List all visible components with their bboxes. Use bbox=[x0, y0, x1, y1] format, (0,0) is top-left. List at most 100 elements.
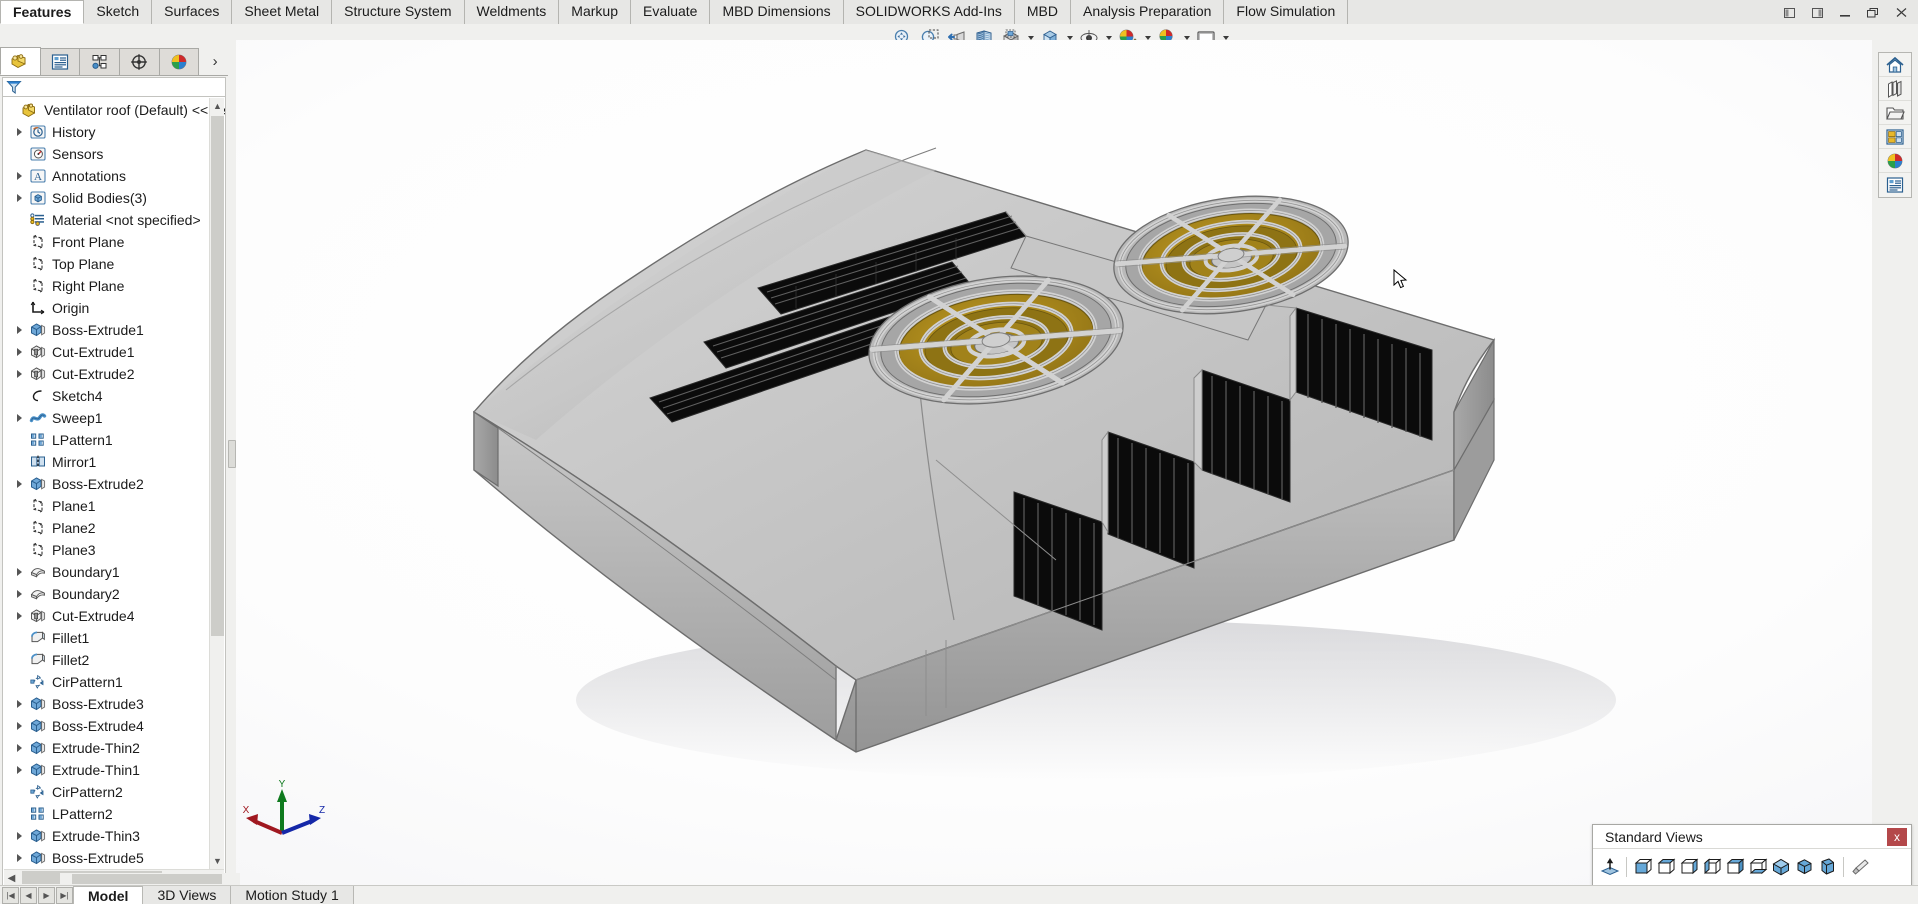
feature-tree-node[interactable]: Fillet2 bbox=[3, 649, 225, 671]
dimetric-view-icon[interactable] bbox=[1816, 855, 1838, 879]
scroll-left-icon[interactable]: ◀ bbox=[4, 870, 19, 886]
feature-tree-node[interactable]: Plane2 bbox=[3, 517, 225, 539]
expand-arrow-icon[interactable] bbox=[11, 165, 27, 187]
doc-tab-nav-3[interactable]: ▶| bbox=[56, 887, 73, 904]
left-view-icon[interactable] bbox=[1678, 855, 1700, 879]
feature-tree-node[interactable]: Cut-Extrude4 bbox=[3, 605, 225, 627]
feature-tree-node[interactable]: Cut-Extrude2 bbox=[3, 363, 225, 385]
minimize-icon[interactable] bbox=[1832, 1, 1858, 23]
feature-tree-node[interactable]: LPattern2 bbox=[3, 803, 225, 825]
ventilator-roof-3d-model[interactable] bbox=[236, 40, 1872, 885]
standard-views-toolbar[interactable]: Standard Views x bbox=[1592, 824, 1912, 886]
feature-tree-node[interactable]: Boss-Extrude1 bbox=[3, 319, 225, 341]
feature-tree-node[interactable]: Solid Bodies(3) bbox=[3, 187, 225, 209]
feature-tree-node[interactable]: Boss-Extrude4 bbox=[3, 715, 225, 737]
cm-tab-structure-system[interactable]: Structure System bbox=[332, 0, 464, 24]
home-icon[interactable] bbox=[1879, 53, 1911, 77]
expand-arrow-icon[interactable] bbox=[11, 715, 27, 737]
cm-tab-evaluate[interactable]: Evaluate bbox=[631, 0, 710, 24]
normal-to-icon[interactable] bbox=[1599, 855, 1621, 879]
feature-manager-design-tree[interactable]: Ventilator roof (Default) <<Default:Hist… bbox=[2, 97, 226, 887]
expand-arrow-icon[interactable] bbox=[11, 341, 27, 363]
feature-tree-node[interactable]: Plane3 bbox=[3, 539, 225, 561]
feature-tree-node[interactable]: Cut-Extrude1 bbox=[3, 341, 225, 363]
document-tab-3d-views[interactable]: 3D Views bbox=[143, 886, 231, 904]
doc-tab-nav-2[interactable]: ▶ bbox=[38, 887, 55, 904]
feature-tree-node[interactable]: Extrude-Thin3 bbox=[3, 825, 225, 847]
display-manager-tab[interactable] bbox=[159, 48, 200, 75]
custom-properties-icon[interactable] bbox=[1879, 173, 1911, 197]
appearances-scenes-icon[interactable] bbox=[1879, 149, 1911, 173]
doc-tab-nav-0[interactable]: |◀ bbox=[2, 887, 19, 904]
feature-tree-node[interactable]: Material <not specified> bbox=[3, 209, 225, 231]
feature-tree-node[interactable]: Mirror1 bbox=[3, 451, 225, 473]
expand-arrow-icon[interactable] bbox=[11, 319, 27, 341]
doc-tab-nav-1[interactable]: ◀ bbox=[20, 887, 37, 904]
expand-arrow-icon[interactable] bbox=[11, 561, 27, 583]
feature-tree-node[interactable]: Sweep1 bbox=[3, 407, 225, 429]
feature-tree-node[interactable]: Extrude-Thin2 bbox=[3, 737, 225, 759]
expand-arrow-icon[interactable] bbox=[11, 187, 27, 209]
feature-tree-node[interactable]: CirPattern2 bbox=[3, 781, 225, 803]
feature-tree-node[interactable]: Boundary1 bbox=[3, 561, 225, 583]
bottom-view-icon[interactable] bbox=[1747, 855, 1769, 879]
cm-tab-mbd[interactable]: MBD bbox=[1015, 0, 1071, 24]
vertical-scroll-thumb[interactable] bbox=[211, 116, 224, 636]
feature-tree-node[interactable]: Plane1 bbox=[3, 495, 225, 517]
cm-tab-solidworks-add-ins[interactable]: SOLIDWORKS Add-Ins bbox=[844, 0, 1015, 24]
close-icon[interactable] bbox=[1888, 1, 1914, 23]
property-manager-tab[interactable] bbox=[40, 48, 81, 75]
feature-tree-node[interactable]: AAnnotations bbox=[3, 165, 225, 187]
expand-arrow-icon[interactable] bbox=[11, 737, 27, 759]
expand-arrow-icon[interactable] bbox=[11, 605, 27, 627]
design-library-icon[interactable] bbox=[1879, 77, 1911, 101]
configuration-manager-tab[interactable] bbox=[79, 48, 120, 75]
front-view-icon[interactable] bbox=[1632, 855, 1654, 879]
feature-manager-design-tree-tab[interactable] bbox=[0, 47, 41, 75]
feature-tree-node[interactable]: Sensors bbox=[3, 143, 225, 165]
view-palette-icon[interactable] bbox=[1879, 125, 1911, 149]
standard-views-close-button[interactable]: x bbox=[1887, 828, 1907, 846]
cm-tab-surfaces[interactable]: Surfaces bbox=[152, 0, 232, 24]
feature-tree-node[interactable]: Right Plane bbox=[3, 275, 225, 297]
panel-splitter[interactable] bbox=[228, 40, 236, 885]
cm-tab-markup[interactable]: Markup bbox=[559, 0, 631, 24]
splitter-grip[interactable] bbox=[228, 440, 236, 468]
feature-tree-node[interactable]: Fillet1 bbox=[3, 627, 225, 649]
feature-tree-node[interactable]: Origin bbox=[3, 297, 225, 319]
cm-tab-sketch[interactable]: Sketch bbox=[84, 0, 152, 24]
expand-arrow-icon[interactable] bbox=[11, 121, 27, 143]
feature-tree-node[interactable]: Top Plane bbox=[3, 253, 225, 275]
document-tab-model[interactable]: Model bbox=[73, 886, 143, 904]
expand-arrow-icon[interactable] bbox=[11, 693, 27, 715]
feature-tree-filter-input[interactable] bbox=[2, 77, 226, 97]
feature-tree-node[interactable]: Front Plane bbox=[3, 231, 225, 253]
expand-arrow-icon[interactable] bbox=[11, 825, 27, 847]
isometric-view-icon[interactable] bbox=[1770, 855, 1792, 879]
expand-arrow-icon[interactable] bbox=[11, 473, 27, 495]
feature-tree-root-node[interactable]: Ventilator roof (Default) <<Default: bbox=[3, 99, 225, 121]
feature-tree-node[interactable]: Sketch4 bbox=[3, 385, 225, 407]
cm-tab-weldments[interactable]: Weldments bbox=[465, 0, 560, 24]
top-view-icon[interactable] bbox=[1724, 855, 1746, 879]
expand-arrow-icon[interactable] bbox=[11, 363, 27, 385]
view-selector-icon[interactable] bbox=[1849, 855, 1871, 879]
cm-tab-sheet-metal[interactable]: Sheet Metal bbox=[232, 0, 332, 24]
feature-tree-node[interactable]: LPattern1 bbox=[3, 429, 225, 451]
scroll-up-icon[interactable]: ▲ bbox=[210, 98, 225, 114]
back-view-icon[interactable] bbox=[1655, 855, 1677, 879]
restore-left-pane-icon[interactable] bbox=[1776, 1, 1802, 23]
bottom-scroll-thumb[interactable] bbox=[72, 874, 222, 884]
feature-tree-node[interactable]: Extrude-Thin1 bbox=[3, 759, 225, 781]
expand-arrow-icon[interactable] bbox=[11, 583, 27, 605]
cm-tab-analysis-preparation[interactable]: Analysis Preparation bbox=[1071, 0, 1224, 24]
feature-tree-node[interactable]: Boss-Extrude3 bbox=[3, 693, 225, 715]
cm-tab-mbd-dimensions[interactable]: MBD Dimensions bbox=[710, 0, 843, 24]
feature-tree-node[interactable]: Boss-Extrude2 bbox=[3, 473, 225, 495]
expand-arrow-icon[interactable] bbox=[11, 407, 27, 429]
restore-right-pane-icon[interactable] bbox=[1804, 1, 1830, 23]
expand-arrow-icon[interactable] bbox=[11, 759, 27, 781]
expand-arrow-icon[interactable] bbox=[11, 847, 27, 869]
cm-tab-features[interactable]: Features bbox=[0, 0, 84, 24]
feature-tree-node[interactable]: CirPattern1 bbox=[3, 671, 225, 693]
